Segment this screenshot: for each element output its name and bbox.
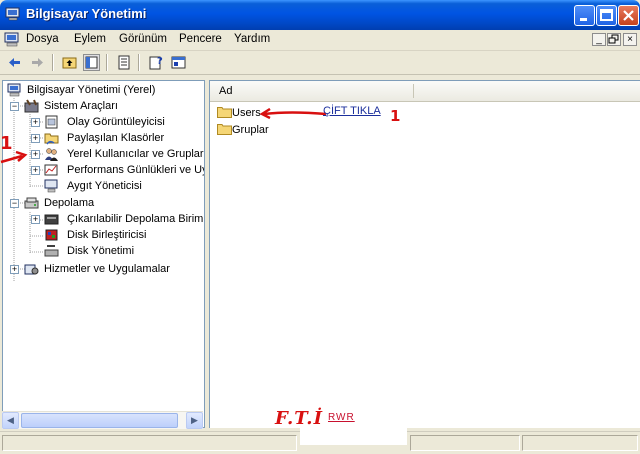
performance-icon [44, 164, 58, 176]
storage-icon [24, 197, 39, 209]
double-click-annotation: ÇİFT TIKLA [323, 105, 381, 117]
users-icon [45, 148, 58, 161]
status-cell [522, 435, 638, 451]
event-viewer-icon [45, 115, 58, 129]
device-manager-icon [44, 179, 58, 193]
menu-pencere[interactable]: Pencere [179, 33, 222, 45]
status-cell [2, 435, 297, 451]
red-arrow-left [0, 150, 28, 164]
tree-label: Çıkarılabilir Depolama Birimi [67, 213, 205, 225]
scroll-thumb[interactable] [21, 413, 178, 428]
list-item-label: Users [232, 107, 261, 119]
child-close-button[interactable]: × [623, 33, 637, 46]
console-tree: Bilgisayar Yönetimi (Yerel) − Sistem Ara… [2, 80, 205, 428]
disk-management-icon [44, 245, 59, 257]
minimize-button[interactable] [574, 5, 595, 26]
back-arrow-icon[interactable] [6, 54, 23, 71]
svg-text:?: ? [157, 56, 163, 67]
menu-eylem[interactable]: Eylem [74, 33, 106, 45]
menu-yardim[interactable]: Yardım [234, 33, 270, 45]
child-restore-button[interactable] [607, 33, 621, 46]
tree-label: Hizmetler ve Uygulamalar [44, 263, 170, 275]
list-item-label: Gruplar [232, 124, 269, 136]
column-header-name[interactable]: Ad [219, 85, 232, 97]
toolbar: ? [0, 51, 640, 75]
window-title: Bilgisayar Yönetimi [26, 6, 147, 21]
tree-label: Yerel Kullanıcılar ve Gruplar [67, 146, 204, 162]
computer-management-icon[interactable] [4, 32, 20, 47]
tree-item-yerel-kullanicilar[interactable]: Yerel Kullanıcılar ve Gruplar [44, 146, 204, 162]
tree-label: Sistem Araçları [44, 100, 118, 112]
menu-dosya[interactable]: Dosya [26, 33, 59, 45]
scroll-right-button[interactable]: ▶ [186, 412, 203, 429]
tools-icon [24, 99, 39, 113]
tree-label: Depolama [44, 197, 95, 209]
expand-toggle[interactable]: + [10, 265, 19, 274]
scroll-left-button[interactable]: ◀ [2, 412, 19, 429]
removable-storage-icon [44, 214, 59, 225]
red-arrow-right [260, 108, 327, 120]
toolbar-separator [106, 54, 108, 71]
collapse-toggle[interactable]: − [10, 102, 19, 111]
toolbar-separator [52, 54, 54, 71]
title-bar: Bilgisayar Yönetimi [0, 0, 640, 30]
maximize-button[interactable] [596, 5, 617, 26]
menu-gorunum[interactable]: Görünüm [119, 33, 167, 45]
tree-label: Disk Yönetimi [67, 245, 135, 257]
column-divider[interactable] [413, 84, 414, 98]
close-button[interactable] [618, 5, 639, 26]
services-icon [24, 264, 39, 275]
shared-folder-icon [44, 133, 59, 145]
tree-label: Aygıt Yöneticisi [67, 180, 142, 192]
signature-fti: F.T.İ [275, 408, 323, 429]
properties-icon[interactable] [170, 54, 187, 71]
defrag-icon [45, 229, 58, 241]
export-list-icon[interactable] [116, 54, 133, 71]
menu-bar: Dosya Eylem Görünüm Pencere Yardım _ × [0, 30, 640, 51]
tree-label: Performans Günlükleri ve Uy [67, 164, 205, 176]
tree-label: Disk Birleştiricisi [67, 229, 147, 241]
forward-arrow-icon[interactable] [29, 54, 46, 71]
up-folder-icon[interactable] [61, 54, 78, 71]
minimize-icon [580, 18, 587, 21]
collapse-toggle[interactable]: − [10, 199, 19, 208]
step-number-right: 1 [390, 107, 401, 125]
maximize-icon [600, 9, 613, 21]
help-icon[interactable]: ? [148, 54, 165, 71]
tree-horizontal-scrollbar[interactable]: ◀ ▶ [2, 411, 203, 429]
console-tree-icon [85, 56, 98, 69]
folder-icon [217, 124, 232, 135]
expand-toggle[interactable]: + [31, 134, 40, 143]
column-header[interactable]: Ad [210, 81, 640, 102]
show-hide-tree-button[interactable] [83, 54, 100, 71]
folder-icon [217, 107, 232, 118]
child-minimize-button[interactable]: _ [592, 33, 606, 46]
expand-toggle[interactable]: + [31, 118, 40, 127]
status-cell [410, 435, 520, 451]
toolbar-separator [138, 54, 140, 71]
restore-icon [608, 34, 619, 44]
watermark-rwr: RWR [328, 412, 355, 423]
computer-management-icon [5, 7, 20, 21]
expand-toggle[interactable]: + [31, 166, 40, 175]
expand-toggle[interactable]: + [31, 150, 40, 159]
expand-toggle[interactable]: + [31, 215, 40, 224]
tree-label: Paylaşılan Klasörler [67, 132, 165, 144]
tree-label: Olay Görüntüleyicisi [67, 116, 165, 128]
details-pane: Ad Users Gruplar ÇİFT TIKLA 1 [209, 80, 640, 428]
close-icon [623, 10, 634, 21]
